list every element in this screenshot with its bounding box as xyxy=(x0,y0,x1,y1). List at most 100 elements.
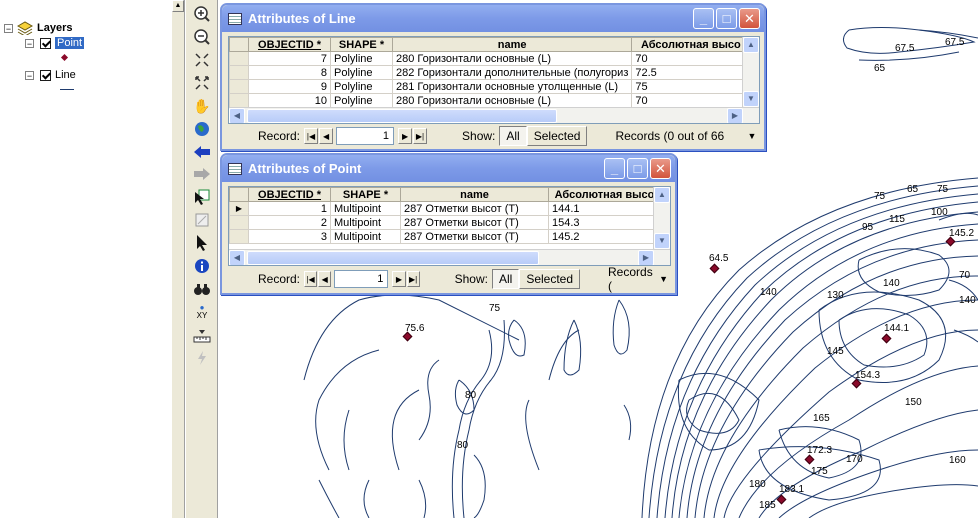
objectid-cell[interactable]: 3 xyxy=(248,229,331,244)
forward-icon[interactable] xyxy=(191,164,213,184)
scroll-thumb[interactable] xyxy=(247,251,539,265)
layers-root[interactable]: − Layers xyxy=(4,21,72,35)
record-number-input[interactable]: 1 xyxy=(336,127,395,145)
attribute-grid[interactable]: OBJECTID * SHAPE * name Абсолютная высо … xyxy=(228,36,760,124)
scroll-left-icon[interactable]: ◀ xyxy=(229,108,245,123)
scroll-right-icon[interactable]: ▶ xyxy=(638,250,654,265)
close-button[interactable]: ✕ xyxy=(739,8,760,29)
first-record-icon[interactable]: |◀ xyxy=(304,128,319,144)
layer-visibility-checkbox[interactable] xyxy=(40,69,51,81)
next-record-icon[interactable]: ▶ xyxy=(398,128,413,144)
collapse-toggle[interactable]: − xyxy=(25,70,34,80)
objectid-cell[interactable]: 7 xyxy=(248,51,331,66)
shape-cell[interactable]: Multipoint xyxy=(330,229,401,244)
back-icon[interactable] xyxy=(191,142,213,162)
column-header[interactable]: OBJECTID * xyxy=(248,187,331,202)
column-header[interactable]: SHAPE * xyxy=(330,187,401,202)
column-header[interactable]: OBJECTID * xyxy=(248,37,331,52)
options-dropdown-icon[interactable]: ▼ xyxy=(744,126,760,146)
elevation-cell[interactable]: 70 xyxy=(631,93,751,108)
shape-cell[interactable]: Polyline xyxy=(330,51,393,66)
table-row[interactable]: 10 Polyline 280 Горизонтали основные (L)… xyxy=(229,93,751,108)
window-titlebar[interactable]: Attributes of Point _ □ ✕ xyxy=(222,155,675,182)
column-header[interactable]: Абсолютная высо xyxy=(631,37,751,52)
close-button[interactable]: ✕ xyxy=(650,158,671,179)
scroll-up-icon[interactable]: ▲ xyxy=(172,0,184,12)
objectid-cell[interactable]: 8 xyxy=(248,65,331,80)
shape-cell[interactable]: Polyline xyxy=(330,65,393,80)
measure-icon[interactable] xyxy=(191,326,213,346)
identify-icon[interactable] xyxy=(191,256,213,276)
horizontal-scrollbar[interactable]: ◀ ▶ xyxy=(229,249,670,265)
column-header[interactable]: name xyxy=(391,37,633,52)
row-selector[interactable] xyxy=(229,79,249,94)
layer-line[interactable]: − Line xyxy=(25,69,76,81)
row-selector-header[interactable] xyxy=(229,187,249,202)
scroll-thumb[interactable] xyxy=(247,109,557,123)
record-number-input[interactable]: 1 xyxy=(334,270,389,288)
zoom-in-icon[interactable] xyxy=(191,4,213,24)
objectid-cell[interactable]: 10 xyxy=(248,93,331,108)
collapse-toggle[interactable]: − xyxy=(25,38,34,48)
select-elements-icon[interactable] xyxy=(191,233,213,253)
objectid-cell[interactable]: 2 xyxy=(248,215,331,230)
row-selector[interactable] xyxy=(229,65,249,80)
layer-point[interactable]: − Point xyxy=(25,37,85,49)
go-to-xy-icon[interactable]: ● XY xyxy=(191,302,213,322)
vertical-scrollbar[interactable]: ▲ ▼ xyxy=(653,187,670,249)
scroll-left-icon[interactable]: ◀ xyxy=(229,250,245,265)
layer-line-label[interactable]: Line xyxy=(55,69,76,81)
elevation-cell[interactable]: 75 xyxy=(631,79,751,94)
options-dropdown-icon[interactable]: ▼ xyxy=(656,269,671,289)
elevation-cell[interactable]: 72.5 xyxy=(631,65,751,80)
row-selector[interactable] xyxy=(229,51,249,66)
fixed-zoom-out-icon[interactable] xyxy=(191,73,213,93)
shape-cell[interactable]: Polyline xyxy=(330,93,393,108)
row-selector[interactable] xyxy=(229,229,249,244)
name-cell[interactable]: 280 Горизонтали основные (L) xyxy=(391,51,633,66)
objectid-cell[interactable]: 1 xyxy=(248,201,331,216)
current-row-indicator-icon[interactable]: ▶ xyxy=(229,201,249,216)
full-extent-icon[interactable] xyxy=(191,119,213,139)
table-row[interactable]: 7 Polyline 280 Горизонтали основные (L) … xyxy=(229,51,751,66)
elevation-cell[interactable]: 154.3 xyxy=(548,215,661,230)
clear-selection-icon[interactable] xyxy=(191,210,213,230)
elevation-cell[interactable]: 144.1 xyxy=(548,201,661,216)
next-record-icon[interactable]: ▶ xyxy=(392,271,406,287)
window-titlebar[interactable]: Attributes of Line _ □ ✕ xyxy=(222,5,764,32)
attribute-grid[interactable]: OBJECTID * SHAPE * name Абсолютная высо … xyxy=(228,186,671,266)
collapse-toggle[interactable]: − xyxy=(4,23,13,33)
hyperlink-icon[interactable] xyxy=(191,348,213,368)
previous-record-icon[interactable]: ◀ xyxy=(318,271,332,287)
pan-icon[interactable]: ✋ xyxy=(191,96,213,116)
name-cell[interactable]: 281 Горизонтали основные утолщенные (L) xyxy=(391,79,633,94)
table-row[interactable]: 2 Multipoint 287 Отметки высот (T) 154.3 xyxy=(229,215,661,230)
column-header[interactable]: Абсолютная высо xyxy=(548,187,661,202)
name-cell[interactable]: 287 Отметки высот (T) xyxy=(400,201,549,216)
last-record-icon[interactable]: ▶| xyxy=(406,271,420,287)
row-selector-header[interactable] xyxy=(229,37,249,52)
table-row[interactable]: 8 Polyline 282 Горизонтали дополнительны… xyxy=(229,65,751,80)
maximize-button[interactable]: □ xyxy=(627,158,648,179)
layer-point-label[interactable]: Point xyxy=(55,37,85,49)
shape-cell[interactable]: Polyline xyxy=(330,79,393,94)
fixed-zoom-in-icon[interactable] xyxy=(191,50,213,70)
select-features-icon[interactable] xyxy=(191,187,213,207)
last-record-icon[interactable]: ▶| xyxy=(413,128,428,144)
attributes-of-line-window[interactable]: Attributes of Line _ □ ✕ OBJECTID * SHAP… xyxy=(220,3,766,151)
show-all-button[interactable]: All xyxy=(491,269,520,289)
vertical-scrollbar[interactable]: ▲ ▼ xyxy=(742,37,759,107)
scroll-up-icon[interactable]: ▲ xyxy=(743,37,759,53)
attributes-of-point-window[interactable]: Attributes of Point _ □ ✕ OBJECTID * SHA… xyxy=(220,153,677,295)
shape-cell[interactable]: Multipoint xyxy=(330,215,401,230)
show-all-button[interactable]: All xyxy=(499,126,527,146)
scroll-up-icon[interactable]: ▲ xyxy=(654,187,670,203)
name-cell[interactable]: 282 Горизонтали дополнительные (полугори… xyxy=(391,65,633,80)
show-selected-button[interactable]: Selected xyxy=(519,269,581,289)
minimize-button[interactable]: _ xyxy=(693,8,714,29)
horizontal-scrollbar[interactable]: ◀ ▶ xyxy=(229,107,759,123)
column-header[interactable]: name xyxy=(400,187,549,202)
name-cell[interactable]: 280 Горизонтали основные (L) xyxy=(391,93,633,108)
column-header[interactable]: SHAPE * xyxy=(330,37,393,52)
table-row[interactable]: ▶ 1 Multipoint 287 Отметки высот (T) 144… xyxy=(229,201,661,216)
